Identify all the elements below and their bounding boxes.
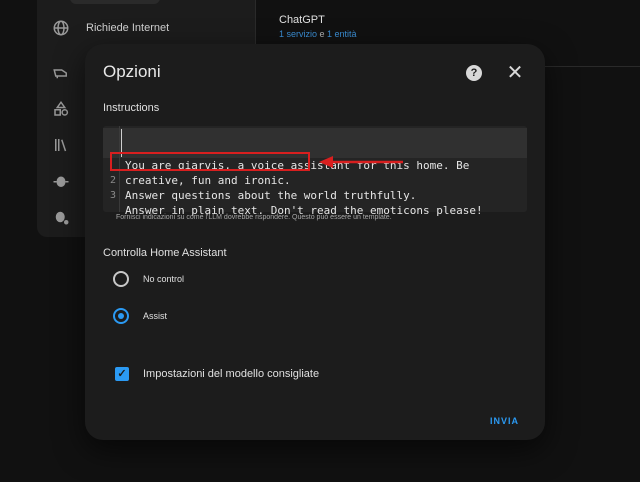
sidebar-item-internet[interactable]: Richiede Internet [52,19,169,37]
editor-line: 1 You are giarvis, a voice assistant for… [103,128,527,172]
sidebar-item-shapes[interactable] [52,100,70,118]
books-icon [55,139,67,152]
sidebar-item-bug-settings[interactable] [52,208,70,226]
annotation-highlight-box [110,152,310,171]
radio-label: Assist [143,311,168,321]
sidebar-item-bug[interactable] [52,172,70,190]
radio-label: No control [143,274,185,284]
line-number: 3 [110,190,117,201]
shapes-icon [54,100,69,116]
submit-button[interactable]: INVIA [490,416,519,426]
dialog-title: Opzioni [103,62,161,81]
bug-settings-icon [55,211,69,225]
background-divider [255,0,256,48]
close-button[interactable]: ✕ [505,63,525,83]
sidebar-item-robot[interactable] [52,64,70,82]
radio-assist[interactable]: Assist [113,308,167,324]
sidebar-item-books[interactable] [52,136,70,154]
bug-icon [53,176,69,187]
integration-links: 1 servizio e 1 entità [279,29,357,39]
radio-button[interactable] [113,271,129,287]
service-link[interactable]: 1 servizio [279,29,317,39]
recommended-settings-checkbox-row[interactable]: ✓ Impostazioni del modello consigliate [115,367,319,381]
sidebar-item-label: Richiede Internet [86,22,170,34]
recommended-settings-label: Impostazioni del modello consigliate [143,368,320,380]
options-dialog: Opzioni ? ✕ Instructions 1 You are giarv… [85,44,545,440]
editor-line: 3 Answer in plain text. Don't read the e… [103,173,483,217]
help-button[interactable]: ? [466,65,482,81]
control-label: Controlla Home Assistant [103,247,227,259]
entity-link[interactable]: 1 entità [327,29,357,39]
radio-button[interactable] [113,308,129,324]
radio-no-control[interactable]: No control [113,271,184,287]
integration-title: ChatGPT [279,14,325,26]
robot-icon [53,69,67,79]
instructions-hint: Fornisci indicazioni su come l'LLM dovre… [116,214,392,221]
line-text: Answer questions about the world truthfu… [125,189,417,202]
link-conjunction: e [317,29,328,39]
checkbox[interactable]: ✓ [115,367,129,381]
page: Richiede Internet ChatGPT 1 servizio e 1… [0,0,640,482]
background-header-fragment [70,0,160,4]
globe-icon [53,20,69,36]
annotation-arrow-icon [319,156,403,168]
instructions-label: Instructions [103,102,160,114]
